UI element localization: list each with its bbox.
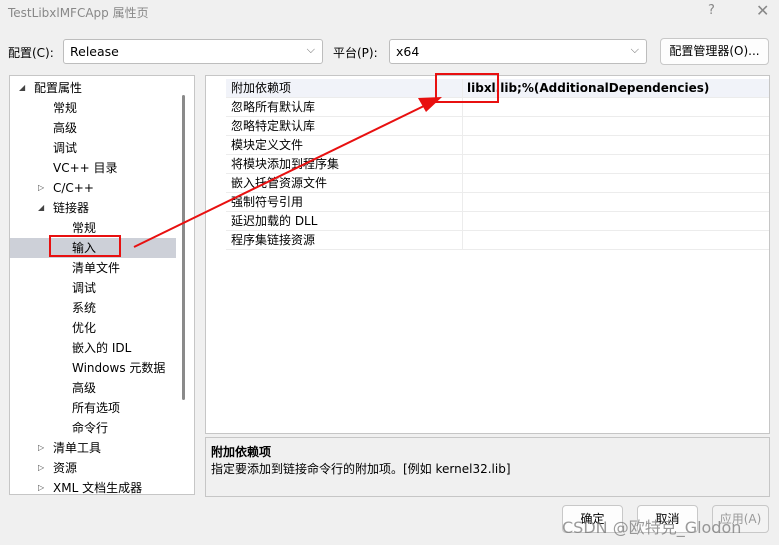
annotation-arrow-line: [133, 103, 429, 248]
annotation-box-input: [49, 235, 121, 257]
annotation-box-libxl: [435, 73, 499, 103]
annotation-arrowhead-icon: [418, 97, 442, 112]
annotation-overlay: [49, 73, 499, 257]
watermark: CSDN @欧特克_Glodon: [562, 518, 742, 537]
